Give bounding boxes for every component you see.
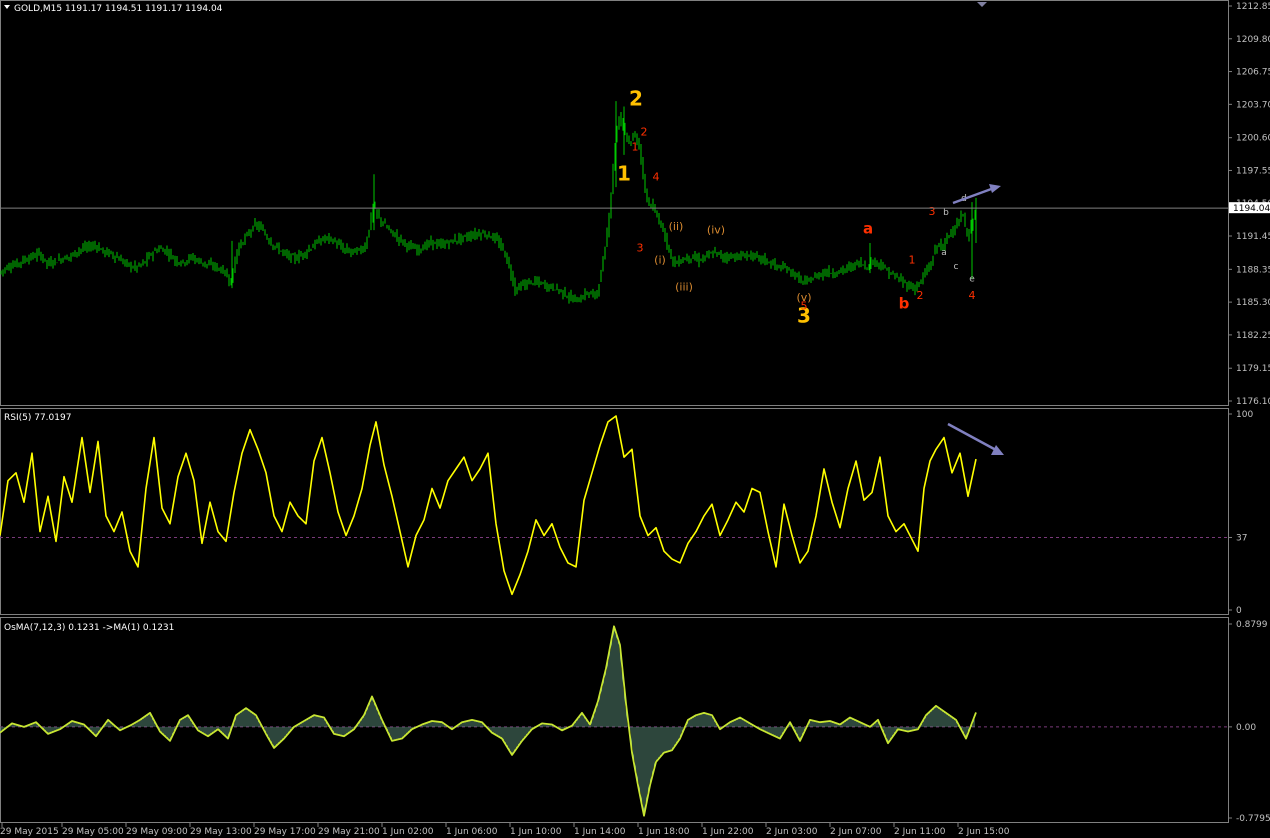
wave-label: 4: [653, 171, 660, 184]
rsi-tick-label: 0: [1236, 606, 1242, 616]
wave-label: (v): [796, 291, 811, 304]
wave-label: 3: [929, 205, 936, 218]
wave-label: 3: [637, 242, 644, 255]
wave-label: b: [943, 208, 949, 218]
price-tick-label: 1182.25: [1236, 331, 1270, 341]
wave-label: 2: [629, 86, 643, 110]
time-tick-label: 1 Jun 06:00: [446, 827, 498, 837]
time-tick-label: 2 Jun 07:00: [830, 827, 882, 837]
osma-tick-label: 0.00: [1236, 723, 1256, 733]
time-tick-label: 2 Jun 15:00: [958, 827, 1010, 837]
wave-label: b: [899, 295, 910, 313]
time-tick-label: 29 May 09:00: [126, 827, 188, 837]
osma-title: OsMA(7,12,3) 0.1231 ->MA(1) 0.1231: [4, 623, 174, 633]
price-tick-label: 1185.30: [1236, 298, 1270, 308]
price-tick-label: 1176.10: [1236, 397, 1270, 407]
price-tick-label: 1212.85: [1236, 2, 1270, 12]
wave-label: (iii): [675, 280, 693, 293]
time-tick-label: 29 May 05:00: [62, 827, 124, 837]
wave-label: 1: [909, 253, 916, 266]
time-tick-label: 29 May 17:00: [254, 827, 316, 837]
wave-label: 1: [617, 162, 631, 186]
time-tick-label: 29 May 2015: [0, 827, 59, 837]
price-tick-label: 1200.60: [1236, 134, 1270, 144]
price-tick-label: 1206.75: [1236, 68, 1270, 78]
rsi-title: RSI(5) 77.0197: [4, 413, 71, 423]
osma-tick-label: -0.7795: [1236, 814, 1270, 824]
wave-label: 2: [641, 126, 648, 139]
wave-label: 4: [969, 289, 976, 302]
chart-canvas[interactable]: GOLD,M15 1191.17 1194.51 1191.17 1194.04…: [0, 0, 1270, 838]
wave-label: a: [863, 219, 873, 237]
price-tick-label: 1179.15: [1236, 364, 1270, 374]
time-tick-label: 1 Jun 10:00: [510, 827, 562, 837]
time-tick-label: 1 Jun 02:00: [382, 827, 434, 837]
wave-label: 2: [917, 289, 924, 302]
time-tick-label: 29 May 13:00: [190, 827, 252, 837]
price-tick-label: 1203.70: [1236, 100, 1270, 110]
wave-label: c: [954, 262, 959, 272]
time-tick-label: 2 Jun 11:00: [894, 827, 946, 837]
osma-tick-label: 0.8799: [1236, 620, 1268, 630]
wave-label: (iv): [707, 223, 725, 236]
time-tick-label: 1 Jun 14:00: [574, 827, 626, 837]
wave-label: e: [969, 275, 975, 285]
rsi-tick-label: 100: [1236, 410, 1253, 420]
rsi-tick-label: 37: [1236, 533, 1247, 543]
wave-label: (ii): [669, 220, 684, 233]
price-tick-label: 1197.55: [1236, 166, 1270, 176]
time-tick-label: 1 Jun 18:00: [638, 827, 690, 837]
price-tick-label: 1191.45: [1236, 232, 1270, 242]
chart-background: [0, 0, 1270, 838]
symbol-title: GOLD,M15 1191.17 1194.51 1191.17 1194.04: [14, 4, 223, 14]
time-tick-label: 1 Jun 22:00: [702, 827, 754, 837]
wave-label: (i): [654, 253, 666, 266]
wave-label: 1: [632, 141, 639, 154]
time-tick-label: 2 Jun 03:00: [766, 827, 818, 837]
price-tick-label: 1209.80: [1236, 35, 1270, 45]
last-price-label: 1194.04: [1233, 204, 1270, 214]
time-tick-label: 29 May 21:00: [318, 827, 380, 837]
wave-label: a: [941, 248, 947, 258]
price-tick-label: 1188.35: [1236, 265, 1270, 275]
